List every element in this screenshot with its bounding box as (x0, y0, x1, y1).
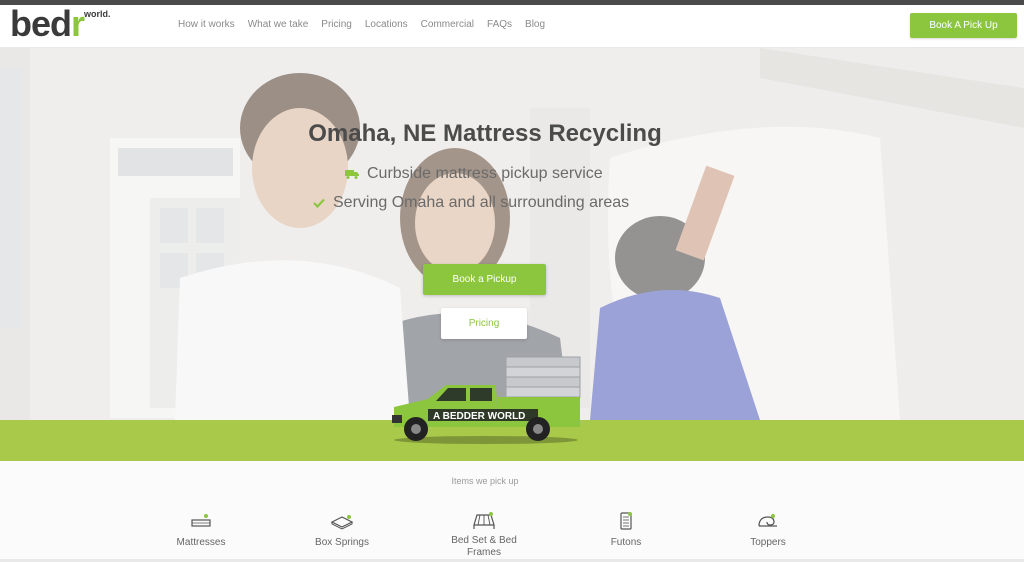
item-label: Toppers (750, 537, 786, 548)
pricing-button[interactable]: Pricing (441, 308, 527, 339)
logo[interactable]: bedr world. (10, 3, 111, 46)
item-label: Mattresses (176, 537, 226, 548)
logo-text: bedr (10, 3, 85, 44)
bed-frame-icon (473, 512, 495, 529)
hero-line-2: Serving Omaha and all surrounding areas (333, 194, 630, 211)
truck-brand-text: A BEDDER WORLD (433, 411, 525, 422)
futon-icon (620, 512, 632, 530)
hero-feature-pickup: Curbside mattress pickup service (345, 165, 603, 183)
items-section: Items we pick up Mattresses Box Springs … (0, 461, 1024, 562)
item-bed-frames[interactable]: Bed Set & Bed Frames (429, 511, 539, 559)
truck-icon (345, 170, 359, 179)
item-label: Bed Set & Bed Frames (451, 535, 517, 558)
items-heading: Items we pick up (451, 476, 519, 486)
nav-faqs[interactable]: FAQs (487, 19, 512, 30)
item-futons[interactable]: Futons (571, 511, 681, 549)
logo-superscript: world. (84, 9, 111, 19)
item-box-springs[interactable]: Box Springs (287, 511, 397, 549)
nav-how-it-works[interactable]: How it works (178, 19, 235, 30)
mattress-icon (191, 514, 211, 527)
nav-what-we-take[interactable]: What we take (248, 19, 309, 30)
book-pickup-button[interactable]: Book a Pickup (423, 264, 546, 295)
box-spring-icon (330, 515, 354, 530)
nav-blog[interactable]: Blog (525, 19, 545, 30)
item-label: Box Springs (315, 537, 369, 548)
item-mattresses[interactable]: Mattresses (146, 511, 256, 549)
site-header: bedr world. How it works What we take Pr… (0, 3, 1024, 48)
item-toppers[interactable]: Toppers (713, 511, 823, 549)
hero-feature-area: Serving Omaha and all surrounding areas (313, 194, 629, 212)
hero-line-1: Curbside mattress pickup service (367, 165, 603, 182)
nav-locations[interactable]: Locations (365, 19, 408, 30)
check-icon (313, 198, 325, 208)
item-label: Futons (610, 537, 642, 548)
nav-pricing[interactable]: Pricing (321, 19, 352, 30)
book-pickup-header-button[interactable]: Book A Pick Up (910, 13, 1017, 38)
main-nav: How it works What we take Pricing Locati… (178, 19, 558, 30)
hero-title: Omaha, NE Mattress Recycling (308, 120, 662, 147)
topper-icon (758, 514, 777, 527)
nav-commercial[interactable]: Commercial (421, 19, 474, 30)
truck-illustration: A BEDDER WORLD (392, 356, 581, 444)
